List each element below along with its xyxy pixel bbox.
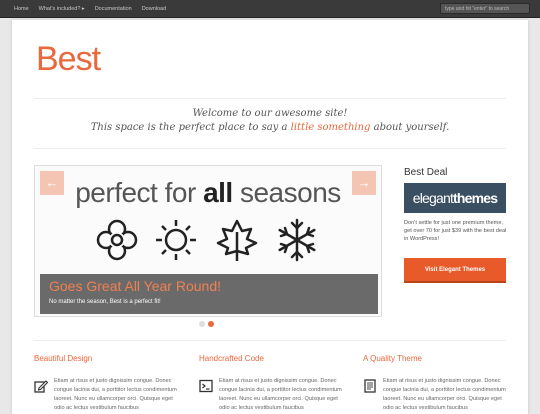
feature-title[interactable]: Beautiful Design — [34, 354, 184, 363]
slide-heading-bold: all — [203, 177, 233, 208]
terminal-icon — [199, 379, 213, 393]
sidebar-heading: Best Deal — [404, 167, 448, 178]
nav-home-link[interactable]: Home — [14, 6, 29, 12]
welcome-tagline: This space is the perfect place to say a… — [12, 122, 528, 133]
slide-dot-1[interactable] — [199, 321, 205, 327]
search-input[interactable] — [440, 3, 530, 14]
slide-heading: perfect for all seasons — [35, 177, 381, 209]
banner-text-light: elegant — [412, 190, 454, 206]
leaf-icon — [216, 219, 258, 261]
slide-heading-end: seasons — [232, 177, 341, 208]
feature-handcrafted-code: Handcrafted Code Etiam at risus et justo… — [199, 354, 349, 411]
slide-dot-2[interactable] — [208, 321, 214, 327]
site-logo[interactable]: Best — [36, 40, 101, 79]
divider — [34, 148, 506, 149]
slide-caption: Goes Great All Year Round! No matter the… — [40, 274, 378, 314]
banner-text-bold: themes — [453, 190, 498, 206]
caption-title: Goes Great All Year Round! — [49, 278, 221, 294]
flower-icon — [96, 219, 138, 261]
welcome-heading: Welcome to our awesome site! — [192, 108, 348, 119]
slider-pagination — [199, 321, 214, 327]
visit-elegant-themes-button[interactable]: Visit Elegant Themes — [404, 258, 506, 283]
nav-whats-included-link[interactable]: What's included? ▸ — [39, 6, 85, 12]
top-nav: Home What's included? ▸ Documentation Do… — [14, 0, 166, 18]
caption-text: No matter the season, Best is a perfect … — [49, 299, 161, 305]
slide-heading-start: perfect for — [75, 177, 204, 208]
sun-icon — [156, 220, 196, 260]
top-nav-bar: Home What's included? ▸ Documentation Do… — [0, 0, 540, 18]
feature-quality-theme: A Quality Theme Etiam at risus et justo … — [363, 354, 513, 411]
page-container: Best Welcome to our awesome site! This s… — [12, 20, 528, 414]
feature-title[interactable]: A Quality Theme — [363, 354, 513, 363]
divider — [34, 340, 506, 341]
featured-slider: ← → perfect for all seasons Goes Great A… — [34, 165, 382, 317]
nav-download-link[interactable]: Download — [142, 6, 166, 12]
feature-text: Etiam at risus et justo dignissim congue… — [383, 378, 506, 411]
tagline-highlight: little something — [290, 122, 371, 133]
tagline-text-start: This space is the perfect place to say a — [90, 122, 291, 133]
divider — [34, 98, 506, 99]
nav-documentation-link[interactable]: Documentation — [95, 6, 132, 12]
feature-text: Etiam at risus et justo dignissim congue… — [54, 378, 177, 411]
tagline-text-end: about yourself. — [370, 122, 450, 133]
feature-title[interactable]: Handcrafted Code — [199, 354, 349, 363]
document-icon — [364, 379, 376, 393]
elegant-themes-banner[interactable]: elegantthemes — [404, 183, 506, 213]
feature-text: Etiam at risus et justo dignissim congue… — [219, 378, 342, 411]
feature-beautiful-design: Beautiful Design Etiam at risus et justo… — [34, 354, 184, 411]
snowflake-icon — [278, 218, 316, 262]
pencil-edit-icon — [34, 380, 48, 393]
sidebar-text: Don't settle for just one premium theme,… — [404, 220, 507, 242]
